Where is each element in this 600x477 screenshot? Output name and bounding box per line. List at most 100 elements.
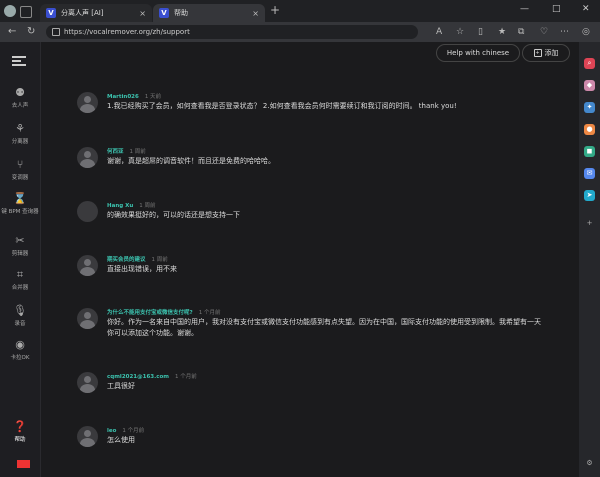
language-flag-icon[interactable] — [17, 460, 30, 468]
scissors-icon: ✂ — [15, 234, 25, 247]
comment-author: Martin026 — [107, 94, 139, 100]
tools-icon[interactable]: ✦ — [584, 102, 595, 113]
games-icon[interactable]: ● — [584, 124, 595, 135]
comment-text: 你好。作为一名来自中国的用户，我对没有支付宝或微信支付功能感到有点失望。因为在中… — [107, 318, 541, 337]
address-bar-row: ← ↻ https://vocalremover.org/zh/support … — [0, 22, 600, 42]
sidebar-item-bpm[interactable]: ⌛ 键 BPM 查询器 — [0, 192, 40, 215]
sidebar-item-splitter[interactable]: ⚘ 分离器 — [0, 122, 40, 145]
avatar — [77, 147, 98, 168]
new-tab-button[interactable]: + — [270, 3, 280, 17]
comment-time: 1 周前 — [139, 203, 156, 209]
sidebar-item-cutter[interactable]: ✂ 剪辑器 — [0, 234, 40, 257]
pitch-icon: ⑂ — [16, 158, 24, 171]
comment-time: 1 个月前 — [174, 374, 197, 380]
site-favicon-icon: V — [159, 8, 169, 18]
browser-tab-vocal-remover[interactable]: V 分离人声 [AI] × — [40, 4, 152, 22]
sidebar-item-label: 去人声 — [11, 103, 29, 109]
help-with-chinese-button[interactable]: Help with chinese — [436, 44, 520, 62]
lock-icon — [52, 28, 60, 36]
read-aloud-icon[interactable]: A — [436, 27, 442, 37]
sidebar-item-recorder[interactable]: 🎙︎ 录音 — [0, 304, 40, 327]
comment-time: 1 周前 — [151, 257, 168, 263]
tab-title: 分离人声 [AI] — [61, 9, 104, 17]
sidebar-item-help[interactable]: ❓ 帮助 — [0, 420, 40, 443]
favorites-icon[interactable]: ★ — [498, 27, 506, 37]
split-screen-icon[interactable]: ▯ — [478, 27, 483, 37]
comment-text: 的确效果挺好的，可以的话还是想支持一下 — [107, 211, 240, 219]
extensions-icon[interactable]: ♡ — [540, 27, 548, 37]
sidebar-item-karaoke[interactable]: ◉ 卡拉OK — [0, 338, 40, 361]
avatar — [77, 92, 98, 113]
menu-icon[interactable] — [12, 56, 26, 66]
site-favicon-icon: V — [46, 8, 56, 18]
search-sidebar-icon[interactable]: ⌕ — [584, 58, 595, 69]
settings-gear-icon[interactable]: ⚙ — [584, 458, 595, 469]
avatar — [77, 308, 98, 329]
close-window-icon[interactable]: ✕ — [582, 4, 590, 14]
outlook-icon[interactable]: ✉ — [584, 168, 595, 179]
browser-side-panel: ⌕ ◆ ✦ ● ◼ ✉ ➤ + ⚙ — [579, 42, 600, 477]
tab-title: 帮助 — [174, 9, 188, 17]
comment-time: 1 个月前 — [122, 428, 145, 434]
avatar — [77, 201, 98, 222]
add-button-label: 添加 — [544, 49, 559, 57]
sidebar-item-label: 帮助 — [14, 437, 26, 443]
support-page: Help with chinese + 添加 Martin026 1 天前 1.我… — [41, 42, 579, 477]
sidebar-item-label: 剪辑器 — [11, 251, 29, 257]
comment-author: leo — [107, 428, 117, 434]
comment-author: Hang Xu — [107, 203, 134, 209]
sidebar: ⚉ 去人声 ⚘ 分离器 ⑂ 变调器 ⌛ 键 BPM 查询器 ✂ 剪辑器 ⌗ 合并… — [0, 42, 41, 477]
back-icon[interactable]: ← — [8, 26, 16, 37]
browser-tab-help[interactable]: V 帮助 × — [153, 4, 265, 22]
profile-avatar[interactable] — [4, 5, 16, 17]
comment-time: 1 周前 — [129, 149, 146, 155]
comment-time: 1 天前 — [144, 94, 162, 100]
comment-time: 1 个月前 — [198, 310, 221, 316]
comment-text: 怎么使用 — [107, 436, 135, 444]
avatar — [77, 426, 98, 447]
comment-author: 何西亚 — [107, 149, 124, 155]
comment-author: cqml2021@163.com — [107, 374, 169, 380]
sidebar-item-pitch[interactable]: ⑂ 变调器 — [0, 158, 40, 181]
tab-actions-icon[interactable] — [20, 6, 32, 18]
sidebar-item-label: 变调器 — [11, 175, 29, 181]
minimize-icon[interactable]: — — [520, 4, 529, 14]
avatar — [77, 255, 98, 276]
shopping-icon[interactable]: ◆ — [584, 80, 595, 91]
comment-text: 谢谢，真是超屌的调音软件！而且还是免费的哈哈哈。 — [107, 157, 275, 165]
person-voice-icon: ⚉ — [15, 86, 25, 99]
url-field[interactable]: https://vocalremover.org/zh/support — [46, 25, 418, 39]
comment-text: 1.我已经购买了会员，如何查看我是否登录状态？ 2.如何查看我会员何时需要续订和… — [107, 102, 457, 110]
maximize-icon[interactable]: □ — [552, 4, 561, 14]
comment-author: 为什么不能用支付宝或微信支付呢? — [107, 310, 193, 316]
copilot-icon[interactable]: ◎ — [582, 27, 590, 37]
bpm-icon: ⌛ — [13, 192, 27, 205]
sidebar-item-label: 录音 — [14, 321, 26, 327]
add-sidebar-app-icon[interactable]: + — [584, 218, 595, 229]
close-tab-icon[interactable]: × — [252, 9, 259, 18]
sidebar-item-joiner[interactable]: ⌗ 合并器 — [0, 268, 40, 291]
splitter-icon: ⚘ — [15, 122, 25, 135]
favorite-star-icon[interactable]: ☆ — [456, 27, 464, 37]
more-icon[interactable]: ⋯ — [560, 27, 569, 37]
sidebar-item-label: 合并器 — [11, 285, 29, 291]
karaoke-icon: ◉ — [15, 338, 25, 351]
sidebar-item-label: 分离器 — [11, 139, 29, 145]
add-icon: + — [533, 49, 542, 57]
sidebar-item-vocal-remover[interactable]: ⚉ 去人声 — [0, 86, 40, 109]
office-icon[interactable]: ◼ — [584, 146, 595, 157]
browser-tab-bar: V 分离人声 [AI] × V 帮助 × + — □ ✕ — [0, 0, 600, 22]
help-icon: ❓ — [13, 420, 27, 433]
collections-icon[interactable]: ⧉ — [518, 27, 524, 37]
reload-icon[interactable]: ↻ — [27, 26, 35, 37]
close-tab-icon[interactable]: × — [139, 9, 146, 18]
joiner-icon: ⌗ — [16, 268, 24, 281]
comment-text: 工具很好 — [107, 382, 135, 390]
drop-icon[interactable]: ➤ — [584, 190, 595, 201]
avatar — [77, 372, 98, 393]
comment-text: 直接出现错误，用不来 — [107, 265, 177, 273]
url-text: https://vocalremover.org/zh/support — [64, 28, 190, 36]
add-comment-button[interactable]: + 添加 — [522, 44, 570, 62]
mic-icon: 🎙︎ — [13, 304, 27, 317]
sidebar-item-label: 卡拉OK — [10, 355, 30, 361]
